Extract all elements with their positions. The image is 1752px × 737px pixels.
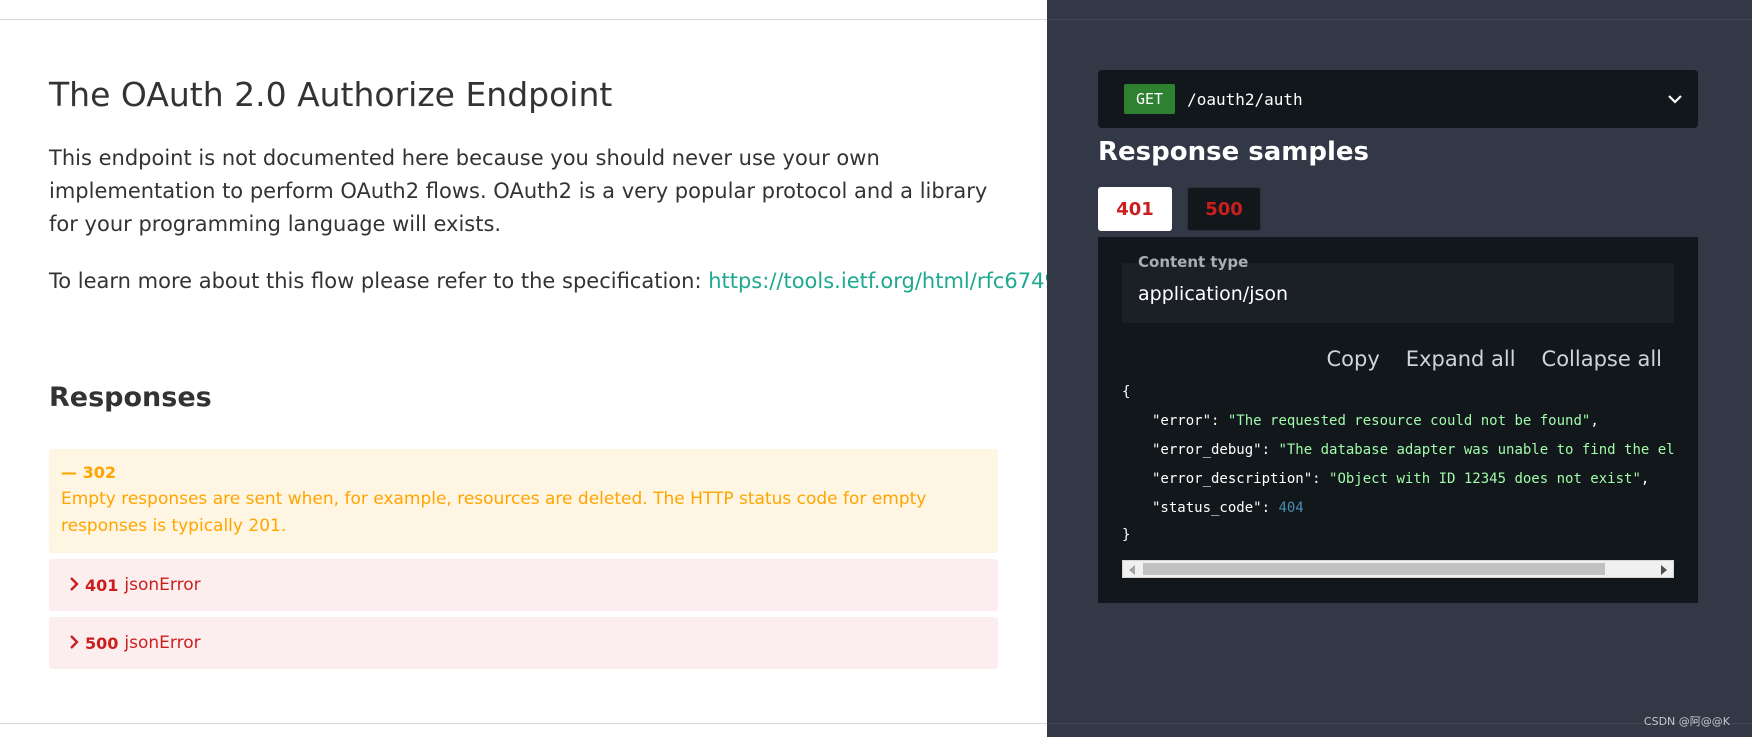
content-type-select[interactable]: Content type application/json — [1122, 253, 1674, 323]
json-key: "status_code" — [1152, 500, 1262, 516]
watermark: CSDN @阿@@K — [1643, 715, 1730, 728]
spec-prefix: To learn more about this flow please ref… — [49, 269, 709, 293]
response-samples-title: Response samples — [1098, 137, 1370, 167]
json-close-brace: } — [1122, 527, 1131, 543]
json-key: "error_description" — [1152, 471, 1313, 487]
response-302: — 302 Empty responses are sent when, for… — [49, 449, 998, 553]
sample-panel: Content type application/json Copy Expan… — [1098, 237, 1698, 603]
json-string: "The requested resource could not be fou… — [1227, 413, 1591, 429]
chevron-right-icon — [69, 633, 79, 654]
expand-all-button[interactable]: Expand all — [1406, 347, 1516, 371]
endpoint-route-dropdown[interactable]: GET /oauth2/auth — [1098, 70, 1698, 128]
json-key: "error" — [1152, 413, 1212, 429]
response-302-code: — 302 — [61, 463, 116, 482]
content-type-label: Content type — [1138, 253, 1249, 271]
horizontal-scrollbar[interactable] — [1122, 560, 1674, 578]
json-string: "The database adapter was unable to find… — [1278, 442, 1674, 458]
scrollbar-thumb[interactable] — [1143, 563, 1605, 575]
spec-paragraph: To learn more about this flow please ref… — [49, 265, 1058, 298]
json-key: "error_debug" — [1152, 442, 1262, 458]
json-open-brace: { — [1122, 384, 1131, 400]
tab-401[interactable]: 401 — [1098, 187, 1172, 231]
copy-button[interactable]: Copy — [1327, 347, 1380, 371]
json-line-error-description: "error_description": "Object with ID 123… — [1152, 471, 1650, 487]
api-content-panel: The OAuth 2.0 Authorize Endpoint This en… — [0, 0, 1058, 737]
response-500-toggle[interactable]: 500 jsonError — [49, 617, 998, 669]
json-sample: { "error": "The requested resource could… — [1122, 384, 1674, 556]
tab-500[interactable]: 500 — [1187, 187, 1261, 231]
response-samples-panel: GET /oauth2/auth Response samples 401 50… — [1047, 0, 1752, 737]
response-500-code: 500 — [85, 633, 119, 653]
response-401-label: jsonError — [124, 575, 201, 595]
endpoint-title: The OAuth 2.0 Authorize Endpoint — [49, 75, 613, 114]
content-type-value: application/json — [1138, 283, 1289, 305]
chevron-down-icon — [1664, 88, 1686, 110]
scroll-right-arrow-icon[interactable] — [1661, 565, 1667, 575]
route-path: /oauth2/auth — [1187, 89, 1303, 109]
response-401-toggle[interactable]: 401 jsonError — [49, 559, 998, 611]
top-divider — [1047, 19, 1752, 20]
collapse-all-button[interactable]: Collapse all — [1542, 347, 1662, 371]
bottom-divider — [0, 723, 1047, 724]
endpoint-description: This endpoint is not documented here bec… — [49, 146, 988, 236]
sample-actions: Copy Expand all Collapse all — [1327, 347, 1662, 371]
responses-title: Responses — [49, 382, 212, 413]
response-401-code: 401 — [85, 575, 119, 595]
json-line-status-code: "status_code": 404 — [1152, 500, 1304, 516]
json-number: 404 — [1278, 500, 1304, 516]
top-divider — [0, 19, 1047, 20]
response-302-description: Empty responses are sent when, for examp… — [61, 489, 927, 536]
scroll-left-arrow-icon[interactable] — [1129, 565, 1135, 575]
response-500-label: jsonError — [124, 633, 201, 653]
spec-link[interactable]: https://tools.ietf.org/html/rfc6749 — [708, 269, 1058, 293]
json-string: "Object with ID 12345 does not exist" — [1329, 471, 1641, 487]
json-line-error-debug: "error_debug": "The database adapter was… — [1152, 442, 1674, 458]
http-method-badge: GET — [1124, 84, 1176, 114]
chevron-right-icon — [69, 575, 79, 596]
json-line-error: "error": "The requested resource could n… — [1152, 413, 1599, 429]
